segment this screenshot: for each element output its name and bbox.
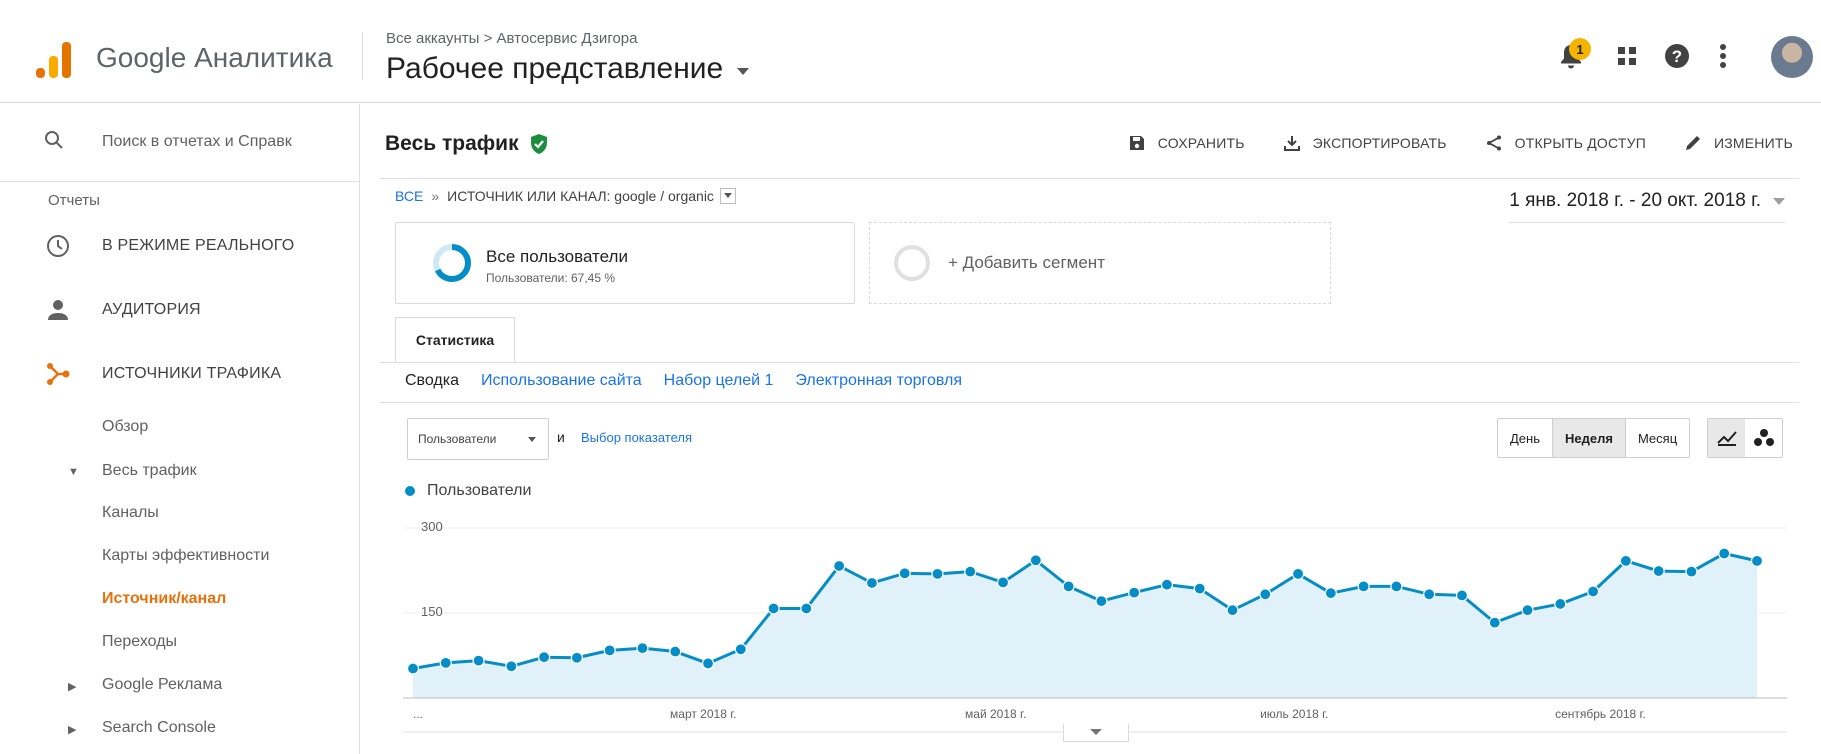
users-data-point	[1685, 565, 1698, 578]
users-data-point	[1062, 580, 1075, 593]
users-data-point	[1259, 588, 1272, 601]
clock-icon	[44, 232, 72, 260]
view-selector[interactable]: Рабочее представление	[386, 52, 750, 86]
more-button[interactable]	[1703, 36, 1743, 76]
x-tick-label: май 2018 г.	[965, 707, 1026, 721]
users-data-point	[1291, 567, 1305, 580]
caret-down-icon	[737, 67, 750, 75]
analytics-logo-icon[interactable]	[36, 38, 72, 78]
sidebar-item-acquisition[interactable]: ИСТОЧНИКИ ТРАФИКА	[0, 346, 360, 402]
triangle-right-icon[interactable]: ▶	[68, 723, 76, 736]
users-data-point	[570, 651, 584, 664]
users-data-point	[833, 559, 846, 573]
users-data-point	[636, 642, 649, 655]
help-button[interactable]: ?	[1657, 36, 1697, 76]
caret-down-icon	[1090, 729, 1102, 735]
users-data-point	[964, 565, 977, 578]
sidebar-sub-overview[interactable]: Обзор	[102, 418, 148, 436]
apps-grid-icon	[1618, 47, 1636, 65]
users-data-point	[931, 567, 944, 580]
users-data-point	[1160, 578, 1174, 591]
users-data-point	[800, 602, 813, 615]
header-actions: 1 ?	[1521, 36, 1821, 84]
analytics-app: Google Аналитика Все аккаунты > Автосерв…	[0, 0, 1821, 754]
sidebar: Поиск в отчетах и Справк Отчеты В РЕЖИМЕ…	[0, 104, 360, 754]
product-name: Google Аналитика	[96, 42, 333, 73]
sidebar-sub-search-console[interactable]: Search Console	[102, 719, 216, 737]
users-data-point	[472, 654, 485, 667]
person-icon	[44, 296, 72, 324]
users-data-point	[1718, 547, 1731, 560]
users-data-point	[767, 602, 780, 615]
users-data-point	[669, 645, 682, 658]
users-area-fill	[413, 553, 1757, 698]
sidebar-item-label: В РЕЖИМЕ РЕАЛЬНОГО	[102, 237, 295, 254]
sidebar-sub-channels[interactable]: Каналы	[102, 504, 159, 522]
users-data-point	[1324, 587, 1337, 600]
users-data-point	[1455, 589, 1469, 602]
y-tick-label: 150	[421, 604, 443, 619]
chart-expand-button[interactable]	[1063, 724, 1129, 742]
sidebar-sub-google-ads[interactable]: Google Реклама	[102, 676, 222, 694]
search-icon	[45, 131, 63, 149]
users-data-point	[1095, 595, 1108, 608]
sidebar-item-audience[interactable]: АУДИТОРИЯ	[0, 282, 360, 338]
report-search[interactable]: Поиск в отчетах и Справк	[0, 104, 360, 182]
account-breadcrumb[interactable]: Все аккаунты > Автосервис Дзигора	[386, 30, 637, 47]
users-data-point	[898, 567, 911, 580]
more-vert-icon	[1720, 44, 1726, 68]
users-line-chart: 300 150... март 2018 г. май 2018 г. июль 201…	[403, 519, 1787, 733]
sidebar-sub-treemaps[interactable]: Карты эффективности	[102, 547, 269, 565]
sidebar-sub-referrals[interactable]: Переходы	[102, 633, 177, 651]
users-data-point	[1521, 604, 1534, 617]
users-data-point	[1488, 616, 1501, 629]
view-name: Рабочее представление	[386, 52, 724, 85]
users-data-point	[1554, 597, 1567, 611]
x-tick-label: июль 2018 г.	[1260, 707, 1328, 721]
users-data-point	[734, 643, 747, 656]
users-data-point	[1652, 564, 1665, 578]
users-data-point	[406, 662, 420, 675]
top-header: Google Аналитика Все аккаунты > Автосерв…	[0, 0, 1821, 103]
x-tick-label: ...	[413, 707, 423, 721]
users-data-point	[996, 576, 1010, 589]
users-data-point	[538, 651, 551, 664]
sidebar-sub-source-medium[interactable]: Источник/канал	[102, 590, 226, 608]
users-data-point	[603, 644, 616, 657]
x-tick-label: март 2018 г.	[670, 707, 736, 721]
reports-section-label: Отчеты	[48, 192, 100, 209]
report-area: Весь трафик СОХРАНИТЬ ЭКСПОРТИРОВАТЬ ОТК…	[361, 104, 1821, 754]
sidebar-item-realtime[interactable]: В РЕЖИМЕ РЕАЛЬНОГО	[0, 218, 360, 274]
svg-text:?: ?	[1672, 47, 1682, 66]
users-data-point	[505, 660, 518, 673]
help-icon: ?	[1665, 44, 1689, 68]
users-data-point	[865, 576, 879, 590]
users-data-point	[1619, 554, 1632, 567]
notifications-button[interactable]: 1	[1551, 36, 1591, 76]
notification-badge: 1	[1569, 38, 1591, 60]
user-avatar[interactable]	[1771, 36, 1813, 78]
triangle-down-icon[interactable]: ▼	[68, 466, 79, 478]
users-data-point	[1226, 604, 1239, 617]
users-data-point	[1128, 586, 1141, 599]
header-divider	[362, 32, 363, 80]
users-data-point	[439, 656, 452, 669]
users-data-point	[701, 657, 715, 670]
sidebar-item-label: АУДИТОРИЯ	[102, 301, 201, 318]
triangle-right-icon[interactable]: ▶	[68, 680, 76, 693]
sidebar-item-label: ИСТОЧНИКИ ТРАФИКА	[102, 365, 282, 382]
acquisition-icon	[44, 360, 72, 388]
users-data-point	[1586, 585, 1600, 598]
apps-button[interactable]	[1607, 36, 1647, 76]
sidebar-sub-all-traffic[interactable]: Весь трафик	[102, 462, 197, 480]
y-tick-label: 300	[421, 519, 443, 534]
x-tick-label: сентябрь 2018 г.	[1555, 707, 1646, 721]
users-data-point	[1390, 580, 1403, 593]
users-data-point	[1029, 554, 1042, 567]
users-data-point	[1423, 588, 1436, 601]
users-data-point	[1193, 582, 1206, 595]
search-input[interactable]: Поиск в отчетах и Справк	[102, 133, 292, 151]
users-data-point	[1750, 554, 1764, 567]
users-data-point	[1357, 580, 1370, 593]
